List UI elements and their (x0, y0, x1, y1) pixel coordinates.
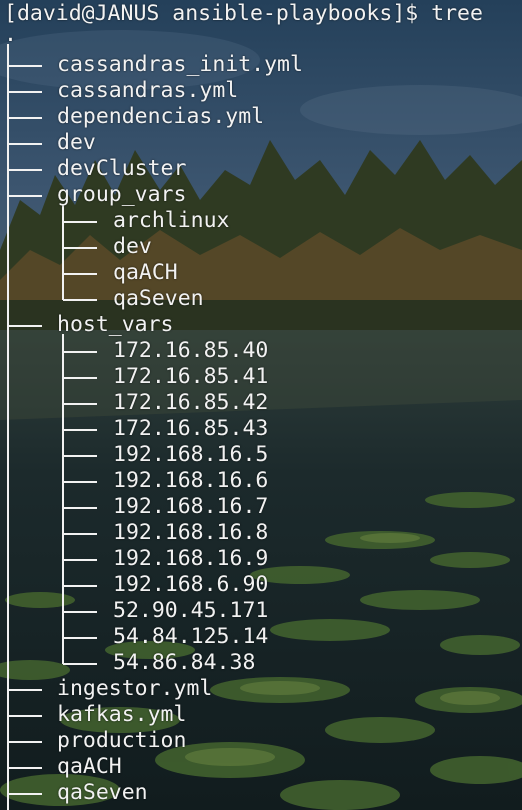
tree-child-entry: qaSeven (113, 286, 204, 311)
tree-child-entry: 172.16.85.41 (113, 364, 269, 389)
tree-child-entry: 192.168.16.6 (113, 468, 269, 493)
terminal-window[interactable]: [david@JANUS ansible-playbooks]$ tree . … (0, 0, 522, 810)
tree-entry: group_vars (57, 182, 187, 207)
tree-entry: dev (57, 130, 96, 155)
tree-child-entry: qaACH (113, 260, 178, 285)
tree-child-entry: 192.168.16.5 (113, 442, 269, 467)
tree-child-entry: 54.86.84.38 (113, 650, 256, 675)
tree-entry: kafkas.yml (57, 702, 187, 727)
tree-child-entry: 192.168.6.90 (113, 572, 269, 597)
tree-entry: production (57, 728, 187, 753)
tree-child-entry: dev (113, 234, 152, 259)
tree-child-entry: 54.84.125.14 (113, 624, 269, 649)
tree-entry: qaACH (57, 754, 122, 779)
tree-entry: ingestor.yml (57, 676, 213, 701)
tree-child-entry: archlinux (113, 208, 230, 233)
tree-entry: cassandras.yml (57, 78, 239, 103)
tree-entry: dependencias.yml (57, 104, 265, 129)
tree-entry: qaSeven (57, 780, 148, 805)
tree-entry: cassandras_init.yml (57, 52, 303, 77)
tree-child-entry: 172.16.85.40 (113, 338, 269, 363)
tree-child-entry: 172.16.85.42 (113, 390, 269, 415)
tree-child-entry: 172.16.85.43 (113, 416, 269, 441)
tree-entry: host_vars (57, 312, 174, 337)
tree-entry: devCluster (57, 156, 187, 181)
tree-child-entry: 192.168.16.8 (113, 520, 269, 545)
tree-child-entry: 52.90.45.171 (113, 598, 269, 623)
tree-child-entry: 192.168.16.9 (113, 546, 269, 571)
tree-child-entry: 192.168.16.7 (113, 494, 269, 519)
